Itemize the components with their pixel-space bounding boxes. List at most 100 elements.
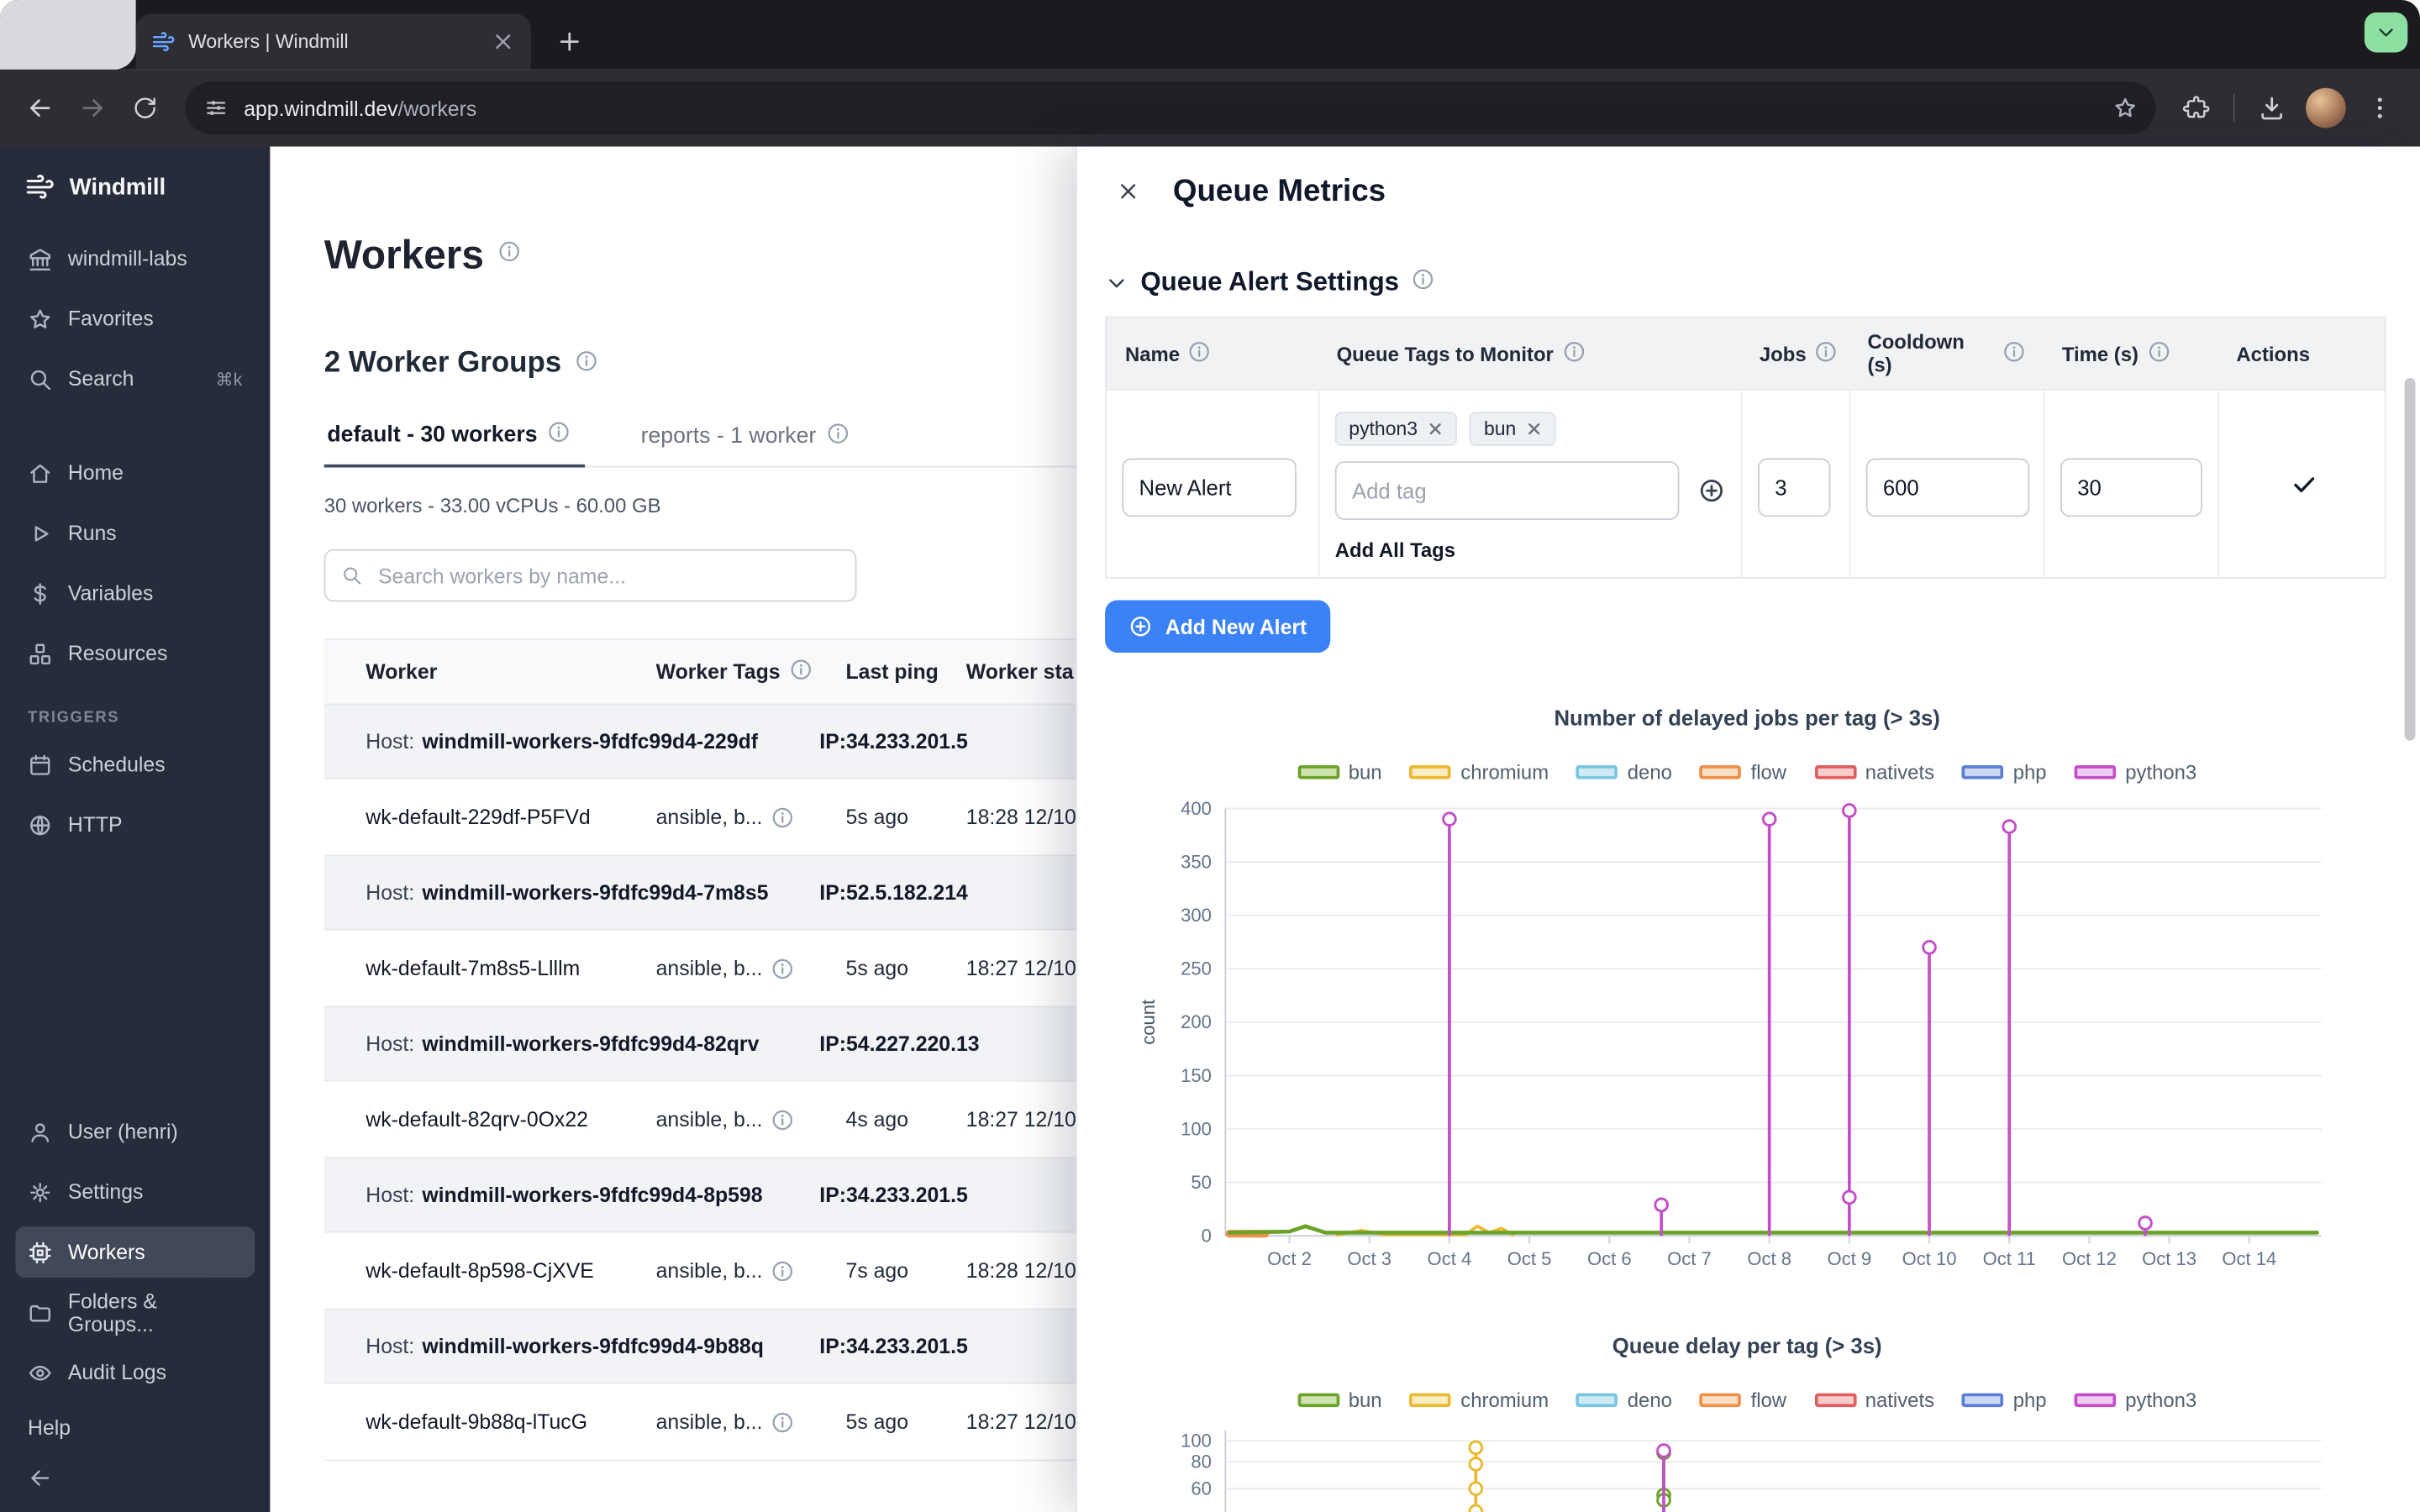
- legend-item[interactable]: bun: [1297, 1389, 1381, 1412]
- sidebar-item-home[interactable]: Home: [15, 448, 255, 499]
- cooldown-input[interactable]: [1866, 459, 2030, 517]
- legend-item[interactable]: nativets: [1814, 761, 1934, 785]
- time-input[interactable]: [2060, 459, 2202, 517]
- legend-item[interactable]: python3: [2075, 1389, 2197, 1412]
- sidebar-item-favorites[interactable]: Favorites: [15, 293, 255, 344]
- info-icon: [1816, 340, 1838, 362]
- add-tag-plus-icon[interactable]: [1697, 477, 1725, 505]
- sidebar-item-folders[interactable]: Folders & Groups...: [15, 1287, 255, 1338]
- legend-item[interactable]: chromium: [1410, 1389, 1549, 1412]
- legend-label: bun: [1349, 1389, 1382, 1412]
- url-text[interactable]: app.windmill.dev/workers: [244, 97, 2097, 120]
- tab-info[interactable]: [827, 422, 849, 449]
- svg-text:250: 250: [1181, 958, 1212, 979]
- brand[interactable]: Windmill: [15, 146, 255, 233]
- sidebar-item-settings[interactable]: Settings: [15, 1167, 255, 1218]
- sidebar-item-http[interactable]: HTTP: [15, 799, 255, 850]
- forward-button[interactable]: [68, 83, 118, 133]
- host-label: Host:: [366, 730, 414, 753]
- tab-default-group[interactable]: default - 30 workers: [324, 421, 586, 467]
- new-tab-button[interactable]: [546, 18, 592, 65]
- site-settings-icon[interactable]: [203, 96, 228, 120]
- host-name: windmill-workers-9fdfc99d4-82qrv: [422, 1032, 759, 1056]
- svg-text:Oct 13: Oct 13: [2142, 1248, 2196, 1269]
- legend-item[interactable]: flow: [1700, 761, 1786, 785]
- collapse-section-chevron-icon[interactable]: [1105, 270, 1128, 294]
- col-info[interactable]: [2148, 340, 2170, 366]
- sidebar-item-user[interactable]: User (henri): [15, 1106, 255, 1158]
- sidebar-item-runs[interactable]: Runs: [15, 507, 255, 559]
- extensions-icon[interactable]: [2171, 83, 2221, 133]
- sidebar-item-resources[interactable]: Resources: [15, 628, 255, 680]
- alert-name-input[interactable]: [1122, 459, 1297, 517]
- sidebar-item-label: Schedules: [68, 753, 166, 776]
- remove-tag-icon[interactable]: [1428, 421, 1444, 436]
- legend-swatch: [1814, 765, 1856, 780]
- jobs-input[interactable]: [1758, 459, 1830, 517]
- reload-button[interactable]: [120, 83, 170, 133]
- legend-swatch: [1410, 1394, 1452, 1408]
- sidebar-item-schedules[interactable]: Schedules: [15, 739, 255, 790]
- sidebar-item-search[interactable]: Search ⌘k: [15, 354, 255, 405]
- legend-item[interactable]: python3: [2075, 761, 2197, 785]
- calendar-icon: [28, 752, 52, 776]
- drawer-scrollbar[interactable]: [2405, 378, 2416, 741]
- worker-search-input[interactable]: [375, 562, 839, 588]
- col-info[interactable]: [1816, 340, 1838, 366]
- legend-label: flow: [1751, 761, 1786, 785]
- col-info[interactable]: [1563, 340, 1585, 366]
- drawer-close-button[interactable]: [1105, 168, 1151, 214]
- col-info[interactable]: [2003, 340, 2025, 366]
- worker-search[interactable]: [324, 549, 857, 601]
- legend-item[interactable]: php: [1962, 1389, 2046, 1412]
- worker-last-ping: 5s ago: [846, 806, 966, 829]
- remove-tag-icon[interactable]: [1527, 421, 1542, 436]
- sidebar-item-workers[interactable]: Workers: [15, 1226, 255, 1278]
- legend-item[interactable]: nativets: [1814, 1389, 1934, 1412]
- confirm-check-icon[interactable]: [2290, 470, 2317, 498]
- delayed-jobs-chart: 050100150200250300350400Oct 2Oct 3Oct 4O…: [1129, 790, 2364, 1289]
- sidebar-item-label: HTTP: [68, 813, 123, 837]
- browser-tab[interactable]: Workers | Windmill: [136, 14, 531, 70]
- tab-label: reports - 1 worker: [641, 423, 817, 448]
- add-tag-input[interactable]: [1335, 461, 1680, 520]
- legend-item[interactable]: chromium: [1410, 761, 1549, 785]
- info-icon: [576, 349, 597, 371]
- tab-close-icon[interactable]: [491, 29, 515, 54]
- tab-reports-group[interactable]: reports - 1 worker: [638, 421, 864, 465]
- back-button[interactable]: [15, 83, 65, 133]
- collapse-sidebar-button[interactable]: [28, 1466, 255, 1490]
- legend-item[interactable]: deno: [1576, 761, 1672, 785]
- sidebar-item-variables[interactable]: Variables: [15, 568, 255, 619]
- legend-item[interactable]: php: [1962, 761, 2046, 785]
- browser-menu-button[interactable]: [2355, 83, 2405, 133]
- info-icon: [771, 1411, 793, 1433]
- legend-item[interactable]: flow: [1700, 1389, 1786, 1412]
- screen: Workers | Windmill app.windmill.dev/work…: [0, 0, 2420, 1512]
- alert-cooldown-cell: [1849, 391, 2043, 577]
- legend-item[interactable]: bun: [1297, 761, 1381, 785]
- sidebar-item-label: User (henri): [68, 1120, 178, 1143]
- col-info[interactable]: [1189, 340, 1211, 366]
- tab-search-button[interactable]: [2365, 13, 2407, 53]
- col-label: Jobs: [1760, 342, 1807, 365]
- bookmark-star-icon[interactable]: [2112, 96, 2137, 120]
- page-title-info[interactable]: [497, 241, 519, 270]
- profile-avatar[interactable]: [2306, 88, 2346, 129]
- legend-item[interactable]: deno: [1576, 1389, 1672, 1412]
- address-bar[interactable]: app.windmill.dev/workers: [185, 81, 2156, 134]
- sidebar-item-workspace[interactable]: windmill-labs: [15, 233, 255, 284]
- col-info[interactable]: [790, 659, 812, 685]
- sidebar-item-help[interactable]: Help: [15, 1407, 255, 1447]
- tab-info[interactable]: [548, 421, 570, 449]
- sidebar-item-label: Audit Logs: [68, 1361, 166, 1384]
- alert-settings-title: Queue Alert Settings: [1140, 267, 1399, 298]
- downloads-button[interactable]: [2247, 83, 2296, 133]
- add-new-alert-button[interactable]: Add New Alert: [1105, 600, 1330, 652]
- worker-groups-info[interactable]: [576, 349, 597, 379]
- sidebar-item-audit-logs[interactable]: Audit Logs: [15, 1347, 255, 1398]
- alert-settings-info[interactable]: [1412, 268, 1434, 297]
- col-name: Name: [1107, 318, 1318, 388]
- add-all-tags-link[interactable]: Add All Tags: [1335, 538, 1726, 562]
- worker-name: wk-default-7m8s5-Llllm: [324, 957, 656, 980]
